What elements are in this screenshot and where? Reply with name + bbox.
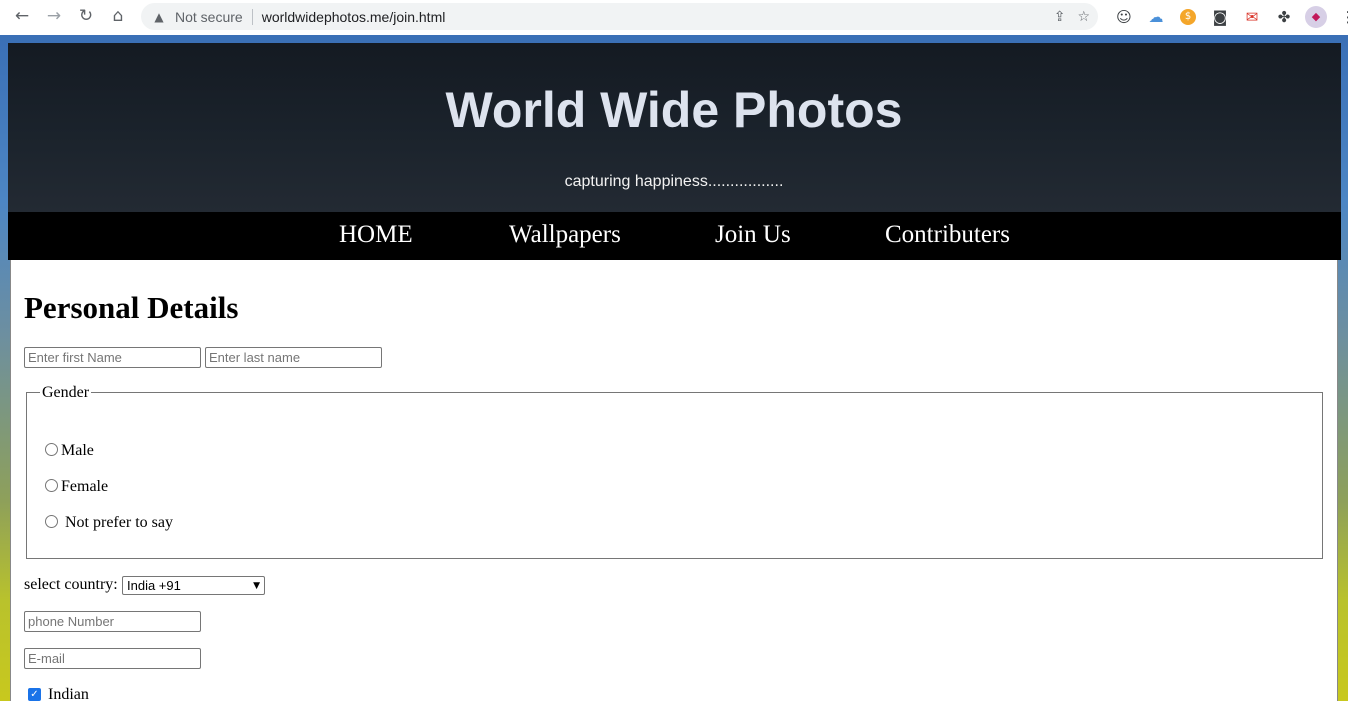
country-label: select country: — [24, 576, 118, 593]
indian-checkbox-label: Indian — [48, 686, 89, 701]
security-label: Not secure — [175, 8, 243, 25]
site-tagline: capturing happiness................. — [564, 173, 784, 190]
bookmark-star-icon[interactable]: ☆ — [1077, 9, 1090, 25]
country-select[interactable]: India +91 ▼ — [122, 576, 265, 595]
gender-male-label: Male — [61, 442, 94, 459]
email-input[interactable] — [24, 648, 201, 669]
share-icon[interactable]: ⇪ — [1054, 9, 1066, 25]
gender-female-radio[interactable] — [45, 479, 58, 492]
back-icon[interactable]: ← — [6, 0, 38, 32]
menu-item-join-us[interactable]: Join Us — [715, 220, 791, 250]
url-text[interactable]: worldwidephotos.me/join.html — [262, 9, 446, 25]
forward-icon[interactable]: → — [38, 0, 70, 32]
coin-extension-icon[interactable]: $ — [1172, 1, 1204, 33]
chevron-down-icon: ▼ — [253, 580, 260, 591]
country-select-value: India +91 — [127, 578, 181, 593]
gender-legend: Gender — [40, 384, 92, 402]
profile-avatar[interactable]: ◆ — [1300, 1, 1332, 33]
first-name-input[interactable] — [24, 347, 201, 368]
browser-toolbar: ← → ↻ ⌂ ▲ Not secure worldwidephotos.me/… — [0, 0, 1348, 35]
menu-item-contributers[interactable]: Contributers — [885, 220, 1010, 250]
extensions-area: ☺ ☁ $ ◙ ✉ ✤ ◆ ⋮ — [1108, 0, 1348, 33]
site-title: World Wide Photos — [445, 82, 903, 138]
puzzle-extensions-icon[interactable]: ✤ — [1268, 1, 1300, 33]
home-icon[interactable]: ⌂ — [102, 0, 134, 32]
address-bar[interactable]: ▲ Not secure worldwidephotos.me/join.htm… — [141, 3, 1098, 30]
gender-male-radio[interactable] — [45, 443, 58, 456]
gender-not-prefer-radio[interactable] — [45, 515, 58, 528]
camera-extension-icon[interactable]: ◙ — [1204, 1, 1236, 33]
indian-checkbox[interactable]: ✓ — [28, 688, 41, 701]
gender-female-label: Female — [61, 478, 109, 495]
gender-fieldset — [26, 392, 1323, 559]
gender-not-prefer-label: Not prefer to say — [65, 514, 173, 531]
mail-extension-icon[interactable]: ✉ — [1236, 1, 1268, 33]
reload-icon[interactable]: ↻ — [70, 0, 102, 32]
warning-icon: ▲ — [154, 9, 164, 24]
menu-item-wallpapers[interactable]: Wallpapers — [509, 220, 621, 250]
menu-item-home[interactable]: HOME — [339, 220, 413, 250]
emoji-extension-icon[interactable]: ☺ — [1108, 1, 1140, 33]
cloud-extension-icon[interactable]: ☁ — [1140, 1, 1172, 33]
kebab-menu-icon[interactable]: ⋮ — [1332, 1, 1348, 33]
divider — [251, 8, 253, 25]
phone-number-input[interactable] — [24, 611, 201, 632]
last-name-input[interactable] — [205, 347, 382, 368]
main-menu: HOME Wallpapers Join Us Contributers — [8, 212, 1341, 260]
page-title: Personal Details — [24, 290, 239, 325]
